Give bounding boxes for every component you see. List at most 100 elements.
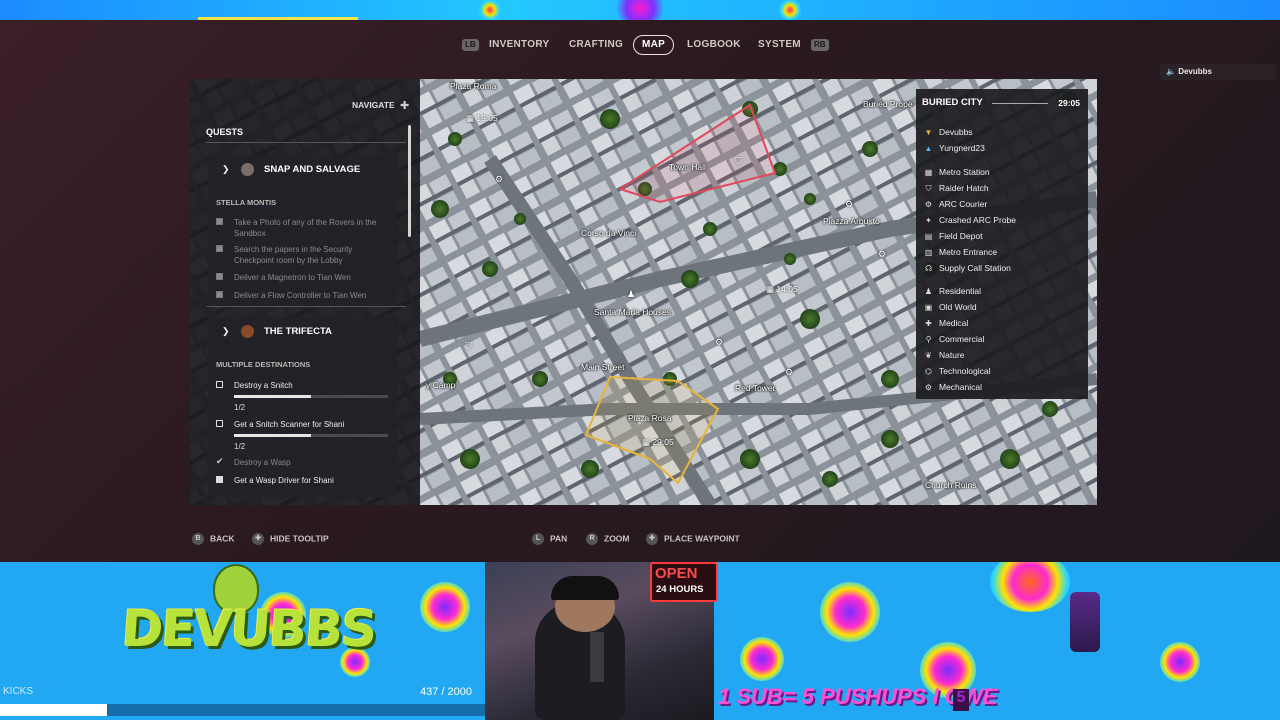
objective-text: Take a Photo of any of the Rovers in the… (234, 218, 377, 238)
tab-crafting[interactable]: CRAFTING (569, 36, 623, 54)
checkbox-icon (216, 476, 223, 483)
tab-inventory[interactable]: INVENTORY (489, 36, 550, 54)
map-marker-icon[interactable]: ⚙ (845, 199, 853, 210)
legend-medical[interactable]: ✚ Medical (924, 318, 968, 328)
tab-system[interactable]: SYSTEM (758, 36, 801, 54)
map-marker-icon[interactable]: ⚙ (715, 337, 723, 348)
hint-pan[interactable]: L PAN (532, 533, 567, 545)
cap-icon (551, 576, 619, 600)
objective-text: Deliver a Flow Controller to Tian Wen (234, 291, 367, 300)
map-label-camp: y Camp (426, 380, 456, 390)
legend-nature[interactable]: ❦ Nature (924, 350, 965, 360)
quest-panel: NAVIGATE ✚ QUESTS ❯ SNAP AND SALVAGE STE… (190, 79, 420, 505)
quest-card-the-trifecta[interactable]: ❯ THE TRIFECTA MULTIPLE DESTINATIONS Des… (208, 317, 398, 497)
mechanical-icon: ⚙ (924, 383, 933, 392)
legend-old-world[interactable]: ▣ Old World (924, 302, 977, 312)
hint-zoom[interactable]: R ZOOM (586, 533, 630, 545)
quest-giver-avatar (241, 325, 254, 338)
pushups-count: 5 (953, 689, 969, 711)
map-arc-courier-icon[interactable]: ⚙ (495, 174, 503, 185)
sub-goal-count: 437 / 2000 (420, 686, 472, 698)
objective-progress-count: 1/2 (234, 442, 246, 451)
left-stick-icon: L (532, 533, 544, 545)
speaker-icon: 🔈 (1166, 67, 1176, 76)
map-marker-icon[interactable]: ⛉ (465, 341, 472, 352)
legend-commercial[interactable]: ⚲ Commercial (924, 334, 985, 344)
checkbox-icon (216, 273, 223, 280)
legend-label: ARC Courier (939, 199, 988, 209)
tab-logbook[interactable]: LOGBOOK (687, 36, 741, 54)
legend-player-1[interactable]: ▼ Devubbs (924, 127, 973, 137)
map-raider-hatch-icon[interactable]: ⛉ (735, 156, 742, 167)
metro-entrance-icon: ▥ (924, 248, 933, 257)
map-marker-icon[interactable]: ⚙ (878, 249, 886, 260)
objective-progress-bar (234, 434, 388, 437)
navigate-label[interactable]: NAVIGATE (352, 100, 395, 110)
legend-label: Technological (939, 366, 991, 376)
right-bumper-icon[interactable]: RB (811, 39, 829, 51)
legend-label: Residential (939, 286, 982, 296)
map-label-plaza-rosa: Plaza Rosa (628, 413, 672, 423)
checkbox-icon (216, 420, 223, 427)
kicks-label: KICKS (3, 686, 34, 697)
legend-arc-courier[interactable]: ⚙ ARC Courier (924, 199, 987, 209)
quest-header[interactable]: ❯ SNAP AND SALVAGE (208, 155, 398, 185)
objective-text: Get a Snitch Scanner for Shani (234, 420, 345, 429)
player-chip: 🔈 Devubbs (1160, 64, 1276, 80)
player-icon: ▼ (924, 128, 933, 137)
teammate-icon: ▲ (924, 144, 933, 153)
player-marker-icon: ♟ (627, 289, 636, 299)
nature-icon: ❦ (925, 351, 932, 360)
map-label-main-street: Main Street (581, 362, 625, 372)
channel-logo: DEVUBBS (119, 600, 378, 658)
control-hints: B BACK ✚ HIDE TOOLTIP L PAN R ZOOM ✚ PLACE WA… (0, 531, 1280, 547)
legend-metro-entrance[interactable]: ▥ Metro Entrance (924, 247, 997, 257)
legend-label: Crashed ARC Probe (939, 215, 1017, 225)
pixel-character (1070, 592, 1100, 652)
residential-icon: ♟ (924, 287, 933, 296)
legend-field-depot[interactable]: ▤ Field Depot (924, 231, 983, 241)
legend-technological[interactable]: ⌬ Technological (924, 366, 991, 376)
dpad-icon: ✚ (252, 533, 264, 545)
legend-raider-hatch[interactable]: ⛉ Raider Hatch (924, 183, 989, 194)
legend-divider (992, 103, 1048, 104)
legend-metro-station[interactable]: ▦ Metro Station (924, 167, 990, 177)
map-timer-3: ▦ 29:05 (642, 437, 674, 448)
hint-place-waypoint[interactable]: ✚ PLACE WAYPOINT (646, 533, 740, 545)
quest-scrollbar[interactable] (408, 125, 411, 237)
map-label-piazza-arbusto: Piazza Arbusto (823, 216, 880, 226)
quest-card-snap-and-salvage[interactable]: ❯ SNAP AND SALVAGE STELLA MONTIS Take a … (208, 155, 398, 307)
quest-title: SNAP AND SALVAGE (264, 164, 361, 175)
progress-fill (234, 434, 311, 437)
arc-courier-icon: ⚙ (924, 200, 933, 209)
objective-text: Destroy a Wasp (234, 458, 291, 467)
old-world-icon: ▣ (924, 303, 933, 312)
tab-map[interactable]: MAP (633, 35, 675, 55)
chevron-down-icon[interactable]: ❯ (222, 326, 230, 337)
legend-mechanical[interactable]: ⚙ Mechanical (924, 382, 982, 392)
decor-blob (1160, 642, 1200, 682)
checkbox-icon (216, 291, 223, 298)
hint-place-waypoint-label: PLACE WAYPOINT (664, 533, 740, 544)
chevron-down-icon[interactable]: ❯ (222, 164, 230, 175)
objective-text: Destroy a Snitch (234, 381, 293, 390)
legend-crashed-arc-probe[interactable]: ✦ Crashed ARC Probe (924, 215, 1016, 225)
objective: Search the papers in the Security Checkp… (216, 244, 391, 266)
hint-back[interactable]: B BACK (192, 533, 235, 545)
arc-probe-icon: ✦ (925, 216, 932, 225)
legend-supply-call-station[interactable]: ☊ Supply Call Station (924, 263, 1011, 273)
checkbox-icon (216, 381, 223, 388)
quest-header[interactable]: ❯ THE TRIFECTA (208, 317, 398, 347)
legend-label: Nature (939, 350, 965, 360)
objective: Deliver a Magnetron to Tian Wen (216, 272, 391, 283)
left-bumper-icon[interactable]: LB (462, 39, 479, 51)
hint-hide-tooltip[interactable]: ✚ HIDE TOOLTIP (252, 533, 329, 545)
decor-blob (820, 582, 880, 642)
supply-icon: ▦ (466, 113, 477, 123)
map-marker-icon[interactable]: ⚙ (785, 367, 793, 378)
objective-text: Deliver a Magnetron to Tian Wen (234, 273, 351, 282)
legend-player-2[interactable]: ▲ Yungnerd23 (924, 143, 985, 153)
objective: Get a Snitch Scanner for Shani (216, 419, 391, 430)
hint-hide-tooltip-label: HIDE TOOLTIP (270, 533, 329, 544)
legend-residential[interactable]: ♟ Residential (924, 286, 981, 296)
